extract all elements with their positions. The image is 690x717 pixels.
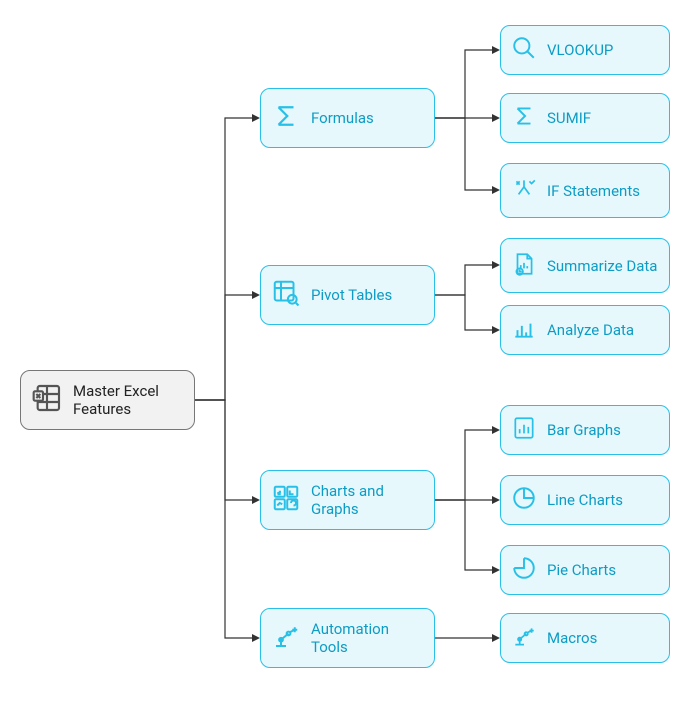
bar-chart-file-icon: [511, 415, 537, 445]
pie-slice-icon: [511, 555, 537, 585]
leaf-analyze-data: Analyze Data: [500, 305, 670, 355]
leaf-line-charts: Line Charts: [500, 475, 670, 525]
decision-icon: [511, 176, 537, 206]
root-master-excel-features: Master Excel Features: [20, 370, 195, 430]
branch-label: Pivot Tables: [311, 286, 392, 304]
leaf-label: VLOOKUP: [547, 41, 613, 59]
root-label: Master Excel Features: [73, 382, 184, 418]
branch-label: Charts and Graphs: [311, 482, 424, 518]
sigma-icon: [511, 103, 537, 133]
branch-label: Formulas: [311, 109, 374, 127]
leaf-vlookup: VLOOKUP: [500, 25, 670, 75]
leaf-label: Analyze Data: [547, 321, 634, 339]
leaf-if-statements: IF Statements: [500, 163, 670, 218]
robot-arm-icon: [511, 623, 537, 653]
spreadsheet-icon: [31, 382, 63, 418]
table-search-icon: [271, 278, 301, 312]
branch-automation-tools: Automation Tools: [260, 608, 435, 668]
sigma-icon: [271, 101, 301, 135]
leaf-bar-graphs: Bar Graphs: [500, 405, 670, 455]
leaf-pie-charts: Pie Charts: [500, 545, 670, 595]
bar-chart-icon: [511, 315, 537, 345]
branch-pivot-tables: Pivot Tables: [260, 265, 435, 325]
report-icon: [511, 251, 537, 281]
leaf-label: IF Statements: [547, 182, 640, 200]
leaf-summarize-data: Summarize Data: [500, 238, 670, 293]
branch-charts-and-graphs: Charts and Graphs: [260, 470, 435, 530]
leaf-label: Line Charts: [547, 491, 623, 509]
leaf-label: Pie Charts: [547, 561, 616, 579]
robot-arm-icon: [271, 621, 301, 655]
search-icon: [511, 35, 537, 65]
leaf-label: Macros: [547, 629, 597, 647]
leaf-macros: Macros: [500, 613, 670, 663]
chart-grid-icon: [271, 483, 301, 517]
leaf-label: Bar Graphs: [547, 421, 621, 439]
pie-chart-icon: [511, 485, 537, 515]
branch-formulas: Formulas: [260, 88, 435, 148]
leaf-label: Summarize Data: [547, 257, 657, 275]
leaf-label: SUMIF: [547, 109, 591, 127]
branch-label: Automation Tools: [311, 620, 424, 656]
leaf-sumif: SUMIF: [500, 93, 670, 143]
